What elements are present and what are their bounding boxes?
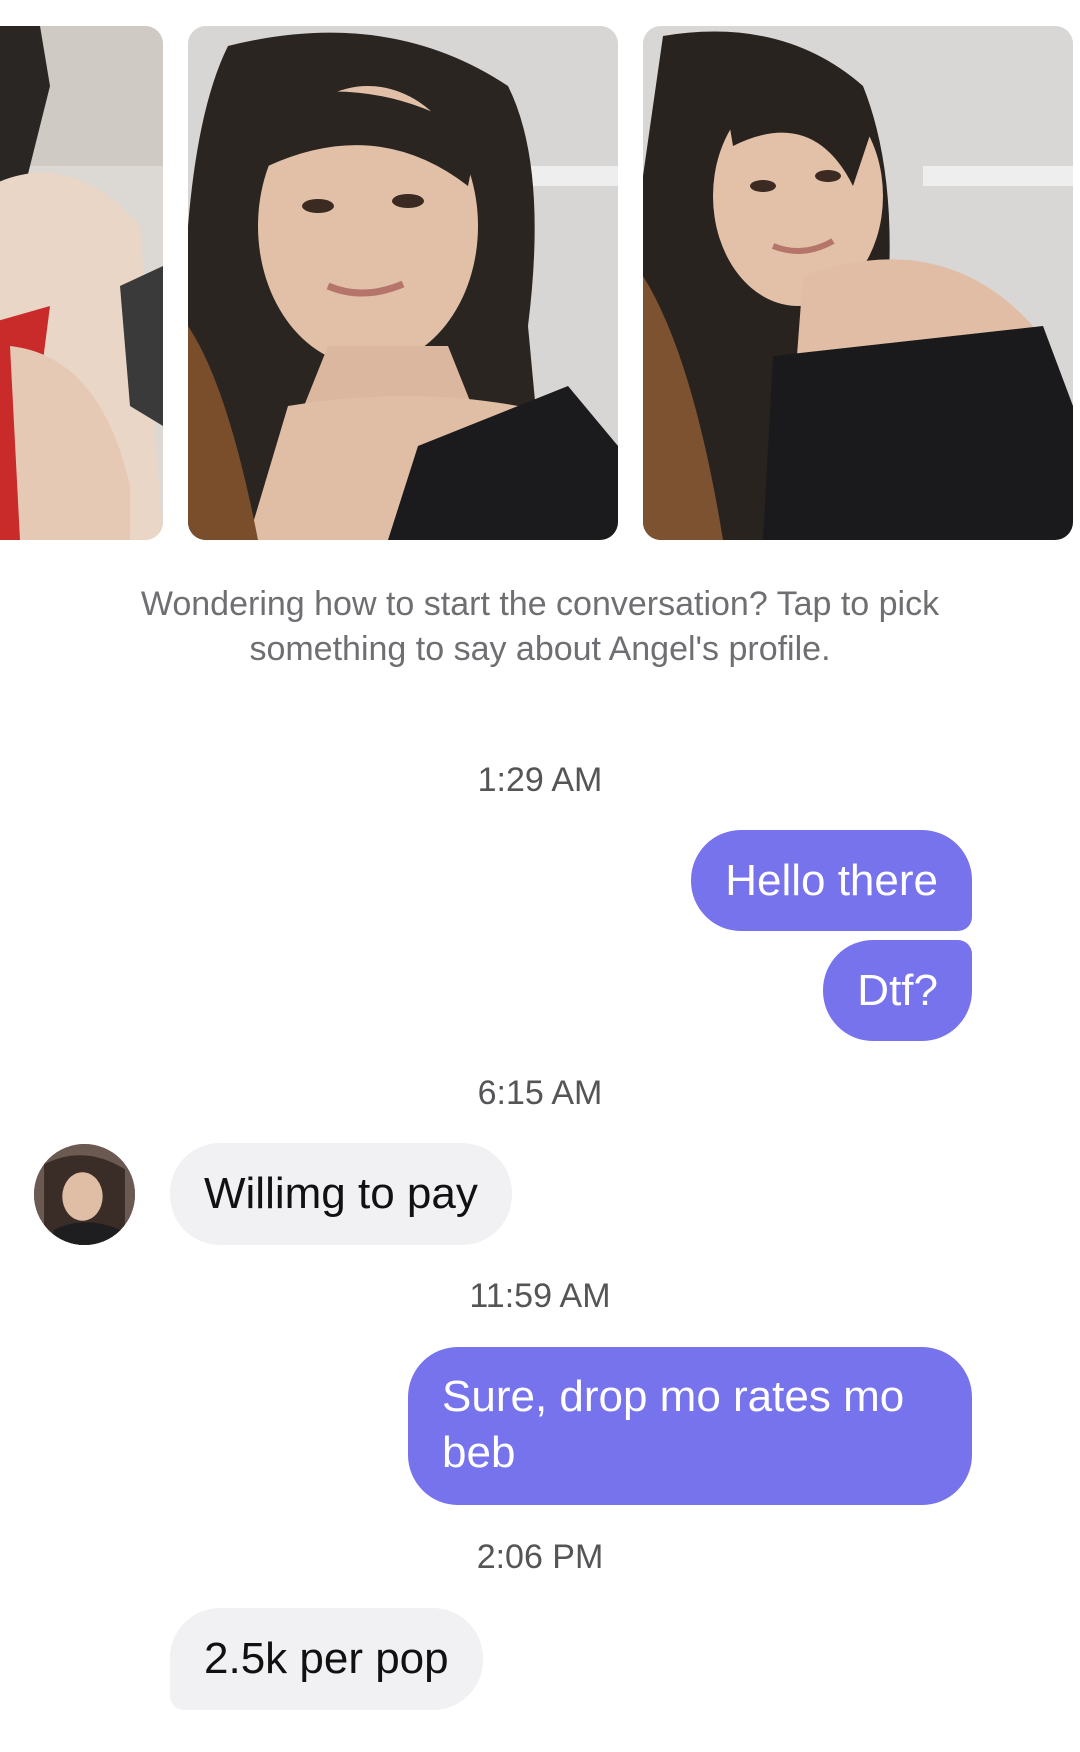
profile-photo-gallery[interactable] — [0, 0, 1080, 560]
message-timestamp: 11:59 AM — [469, 1277, 611, 1315]
incoming-message-bubble[interactable]: Willimg to pay — [170, 1143, 512, 1245]
profile-photo-icon — [643, 26, 1073, 540]
conversation-starter-prompt[interactable]: Wondering how to start the conversation?… — [70, 582, 1010, 672]
profile-photo-1[interactable] — [0, 26, 163, 540]
outgoing-message-bubble[interactable]: Hello there — [691, 830, 972, 931]
outgoing-message-bubble[interactable]: Dtf? — [823, 940, 972, 1041]
profile-photo-3[interactable] — [643, 26, 1073, 540]
incoming-message-bubble[interactable]: 2.5k per pop — [170, 1608, 483, 1710]
avatar-photo-icon — [34, 1144, 135, 1245]
message-timestamp: 1:29 AM — [477, 761, 603, 799]
message-timestamp: 2:06 PM — [476, 1538, 604, 1576]
contact-avatar[interactable] — [34, 1144, 135, 1245]
message-timestamp: 6:15 AM — [477, 1074, 603, 1112]
profile-photo-icon — [188, 26, 618, 540]
profile-photo-2[interactable] — [188, 26, 618, 540]
outgoing-message-bubble[interactable]: Sure, drop mo rates mo beb — [408, 1347, 972, 1505]
profile-photo-icon — [0, 26, 163, 540]
